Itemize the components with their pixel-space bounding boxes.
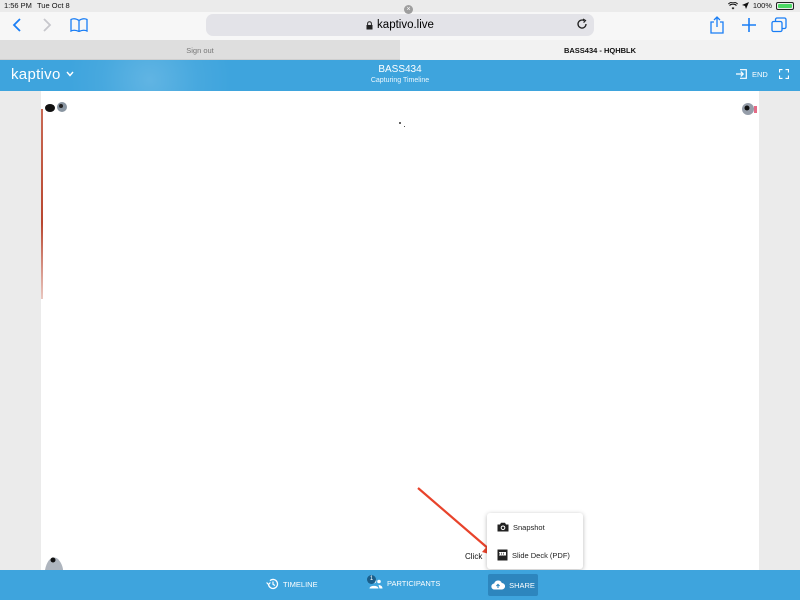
end-label: END (752, 69, 768, 79)
browser-tab-bar: Sign out BASS434 - HQHBLK (0, 40, 800, 60)
share-icon (710, 16, 724, 34)
chevron-left-icon (12, 18, 21, 32)
status-right: 100% (727, 1, 794, 10)
new-tab-button[interactable] (738, 14, 760, 36)
browser-toolbar: kaptivo.live (0, 12, 800, 40)
exit-icon (736, 69, 747, 79)
chevron-down-icon[interactable] (66, 71, 74, 77)
ink-dot (404, 126, 405, 127)
menu-item-label: Slide Deck (PDF) (512, 550, 570, 560)
screen: 1:56 PM Tue Oct 8 100% kaptivo.live Sign… (0, 0, 800, 600)
share-button[interactable]: SHARE (488, 574, 538, 596)
whiteboard-canvas[interactable] (41, 91, 759, 570)
menu-item-snapshot[interactable]: Snapshot (487, 513, 583, 541)
address-bar[interactable]: kaptivo.live (206, 14, 594, 36)
wifi-icon (727, 1, 738, 10)
participants-count-badge: 1 (367, 575, 376, 584)
chevron-right-icon (43, 18, 52, 32)
forward-button[interactable] (36, 14, 58, 36)
participants-label: PARTICIPANTS (387, 579, 441, 588)
plus-icon (742, 18, 756, 32)
tab-label: BASS434 - HQHBLK (563, 45, 637, 55)
corner-marker-top-left (44, 101, 68, 115)
url-text: kaptivo.live (377, 19, 434, 31)
pdf-icon (497, 549, 508, 561)
bookmarks-button[interactable] (68, 14, 90, 36)
participants-button[interactable]: PARTICIPANTS (369, 578, 440, 589)
share-menu: Snapshot Slide Deck (PDF) (487, 513, 583, 569)
camera-icon (497, 522, 509, 532)
app-header: kaptivo BASS434 Capturing Timeline END (0, 60, 800, 91)
corner-marker-top-right (739, 101, 759, 117)
back-button[interactable] (6, 14, 28, 36)
session-title: BASS434 (378, 64, 422, 75)
status-time: 1:56 PM (4, 1, 32, 10)
menu-item-label: Snapshot (513, 522, 545, 532)
battery-icon (776, 1, 794, 10)
timeline-button[interactable]: TIMELINE (266, 578, 318, 590)
bottom-toolbar: TIMELINE PARTICIPANTS SHARE (0, 570, 800, 600)
share-label: SHARE (509, 580, 535, 590)
tab-label: Sign out (186, 45, 214, 55)
share-sheet-button[interactable] (706, 14, 728, 36)
canvas-edge-mark (41, 109, 43, 299)
kaptivo-logo[interactable]: kaptivo (11, 66, 61, 83)
status-bar: 1:56 PM Tue Oct 8 100% (0, 0, 800, 12)
annotation-click-label: Click (465, 552, 483, 561)
menu-item-slide-deck-pdf[interactable]: Slide Deck (PDF) (487, 541, 583, 569)
fullscreen-button[interactable] (779, 69, 789, 79)
tab-sign-out[interactable]: Sign out (0, 40, 400, 60)
close-tab-icon[interactable]: × (404, 5, 413, 14)
location-icon (741, 2, 749, 9)
lock-icon (366, 20, 373, 30)
fullscreen-icon (779, 69, 789, 79)
end-button[interactable]: END (736, 69, 768, 79)
tab-session[interactable]: BASS434 - HQHBLK (400, 40, 800, 60)
status-date: Tue Oct 8 (37, 1, 70, 10)
timeline-label: TIMELINE (283, 579, 318, 589)
session-subtitle: Capturing Timeline (370, 77, 430, 84)
battery-percent: 100% (752, 1, 772, 10)
history-icon (266, 578, 279, 590)
ink-dot (399, 122, 401, 124)
cloud-upload-icon (491, 580, 506, 590)
corner-marker-bottom-left (43, 551, 65, 570)
tabs-icon (771, 17, 787, 33)
reload-icon[interactable] (576, 18, 588, 30)
tabs-button[interactable] (768, 14, 790, 36)
book-icon (70, 18, 88, 32)
